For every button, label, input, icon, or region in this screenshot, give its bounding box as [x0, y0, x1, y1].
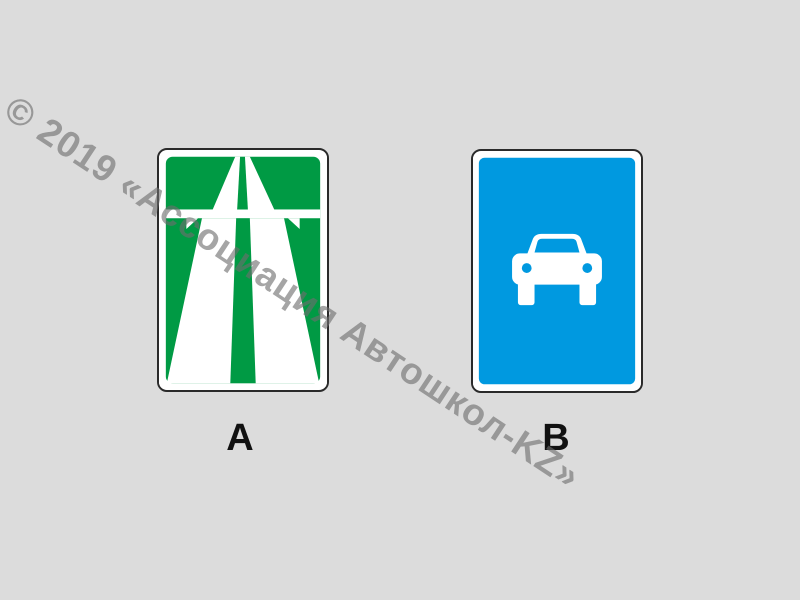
motorway-sign-icon	[159, 150, 327, 390]
motorway-sign	[157, 148, 329, 392]
sign-a-label: A	[226, 417, 254, 459]
sign-b-label: B	[542, 417, 570, 459]
car-road-sign-icon	[473, 151, 641, 391]
car-road-sign	[471, 149, 643, 393]
